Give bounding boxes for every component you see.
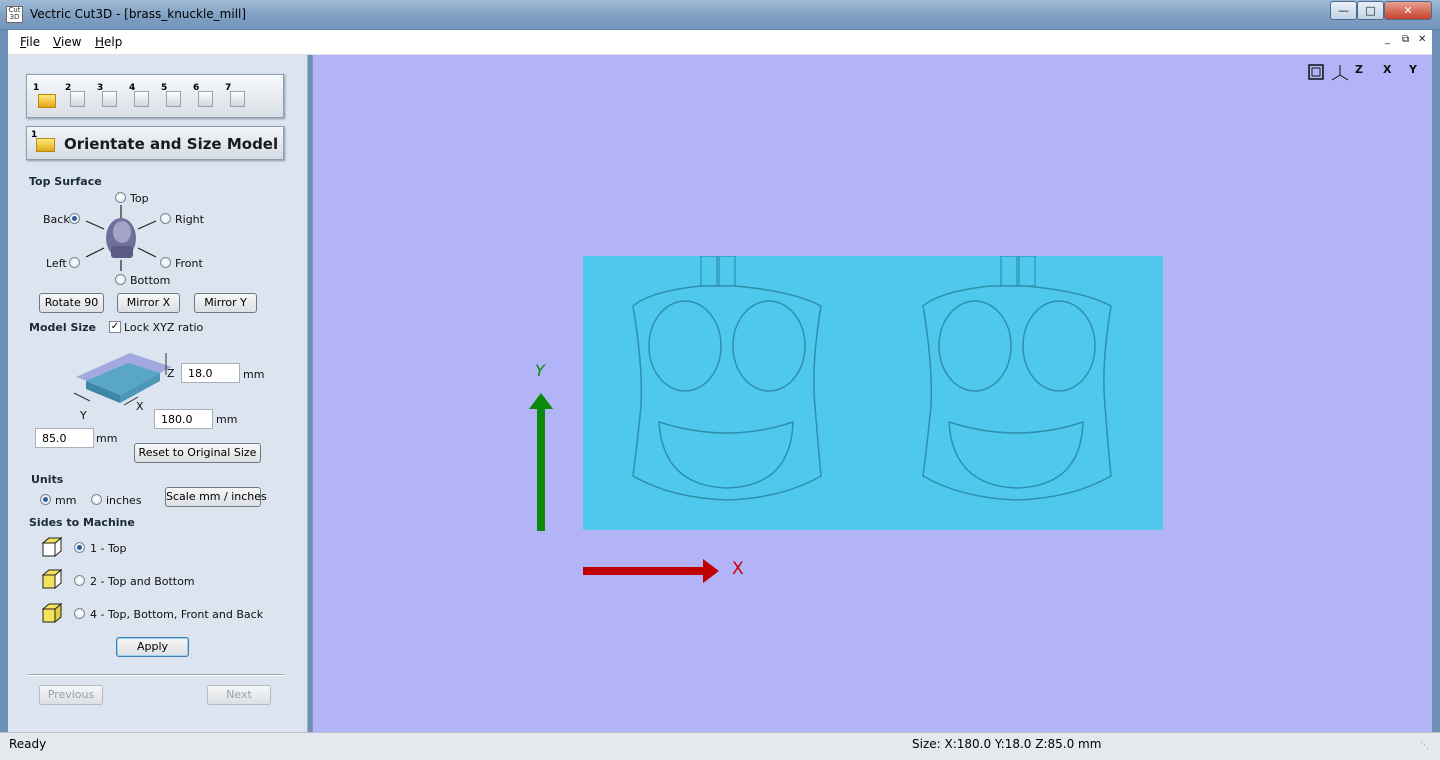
radio-sides-2[interactable]: [74, 575, 85, 586]
minimize-button[interactable]: —: [1330, 1, 1357, 20]
top-view-icon[interactable]: Z: [1355, 63, 1363, 83]
step-title: Orientate and Size Model: [64, 135, 279, 153]
radio-top[interactable]: [115, 192, 126, 203]
status-size: Size: X:180.0 Y:18.0 Z:85.0 mm: [912, 737, 1102, 751]
app-icon: Cut 3D: [6, 6, 23, 23]
minimize-icon: —: [1338, 4, 1349, 17]
cube-four-sides-icon: [41, 603, 63, 623]
next-button[interactable]: Next: [207, 685, 271, 705]
z-size-input[interactable]: 18.0: [181, 363, 240, 383]
mdi-restore-icon[interactable]: ⧉: [1402, 34, 1409, 45]
step-6-icon[interactable]: 6: [193, 83, 219, 111]
back-label: Back: [43, 213, 70, 226]
y-axis-label: Y: [535, 361, 545, 380]
z-unit-label: mm: [243, 368, 265, 381]
close-icon: ✕: [1403, 4, 1413, 17]
model-preview: [583, 256, 1163, 530]
inches-label: inches: [106, 494, 142, 507]
x-axis-label: X: [732, 559, 744, 579]
axis-y-label: Y: [80, 409, 87, 422]
knuckle-face-left: [632, 256, 822, 501]
mirror-y-button[interactable]: Mirror Y: [194, 293, 257, 313]
menu-help[interactable]: Help: [95, 35, 122, 49]
x-axis-arrow: [583, 559, 719, 583]
orientation-diagram: [85, 205, 157, 271]
resize-grip-icon[interactable]: ⋱: [1420, 741, 1432, 753]
fit-view-icon[interactable]: [1307, 63, 1325, 83]
lock-xyz-label: Lock XYZ ratio: [124, 321, 204, 334]
menu-bar: File View Help _ ⧉ ✕: [8, 30, 1432, 55]
3d-viewport[interactable]: Z X Y Y X: [312, 55, 1432, 732]
sides-1-label: 1 - Top: [90, 542, 127, 555]
step-3-icon[interactable]: 3: [97, 83, 123, 111]
window-title: Vectric Cut3D - [brass_knuckle_mill]: [30, 7, 247, 21]
reset-size-button[interactable]: Reset to Original Size: [134, 443, 261, 463]
left-panel: 1 2 3 4 5 6 7 1 Orientate and Size Model…: [8, 55, 308, 733]
model-size-label: Model Size: [29, 321, 96, 334]
step-4-icon[interactable]: 4: [129, 83, 155, 111]
scale-units-button[interactable]: Scale mm / inches: [165, 487, 267, 507]
bottom-label: Bottom: [130, 274, 171, 287]
rotate-90-button[interactable]: Rotate 90: [39, 293, 104, 313]
radio-inches[interactable]: [91, 494, 102, 505]
lock-xyz-checkbox[interactable]: ✓: [109, 321, 121, 333]
mdi-close-icon[interactable]: ✕: [1418, 34, 1426, 45]
top-label: Top: [130, 192, 149, 205]
step-1-icon[interactable]: 1: [33, 83, 59, 111]
step-header: 1 Orientate and Size Model: [26, 126, 284, 160]
radio-front[interactable]: [160, 257, 171, 268]
cube-top-icon: [41, 537, 63, 557]
step-2-icon[interactable]: 2: [65, 83, 91, 111]
knuckle-face-right: [922, 256, 1112, 501]
maximize-icon: □: [1365, 4, 1376, 17]
axis-x-label: X: [136, 400, 144, 413]
mirror-x-button[interactable]: Mirror X: [117, 293, 180, 313]
radio-bottom[interactable]: [115, 274, 126, 285]
knuckle-model-relief: [632, 256, 1112, 501]
front-view-icon[interactable]: X: [1383, 63, 1391, 83]
cube-top-bottom-icon: [41, 569, 63, 589]
maximize-button[interactable]: □: [1357, 1, 1384, 20]
close-button[interactable]: ✕: [1384, 1, 1432, 20]
side-view-icon[interactable]: Y: [1409, 63, 1417, 83]
previous-button[interactable]: Previous: [39, 685, 103, 705]
x-unit-label: mm: [216, 413, 238, 426]
axis-z-label: Z: [167, 367, 175, 380]
y-size-input[interactable]: 85.0: [35, 428, 94, 448]
right-label: Right: [175, 213, 204, 226]
radio-left[interactable]: [69, 257, 80, 268]
mdi-minimize-icon[interactable]: _: [1385, 34, 1390, 45]
step-toolbar: 1 2 3 4 5 6 7: [26, 74, 284, 118]
units-label: Units: [31, 473, 64, 486]
iso-view-icon[interactable]: [1329, 63, 1351, 83]
sides-4-label: 4 - Top, Bottom, Front and Back: [90, 608, 264, 621]
top-surface-label: Top Surface: [29, 175, 102, 188]
title-bar: Cut 3D Vectric Cut3D - [brass_knuckle_mi…: [0, 0, 1440, 30]
sides-label: Sides to Machine: [29, 516, 135, 529]
apply-button[interactable]: Apply: [116, 637, 189, 657]
y-unit-label: mm: [96, 432, 118, 445]
radio-mm[interactable]: [40, 494, 51, 505]
folder-icon: 1: [31, 130, 55, 152]
menu-file[interactable]: File: [20, 35, 40, 49]
radio-right[interactable]: [160, 213, 171, 224]
front-label: Front: [175, 257, 203, 270]
left-label: Left: [46, 257, 67, 270]
sides-2-label: 2 - Top and Bottom: [90, 575, 195, 588]
mm-label: mm: [55, 494, 77, 507]
status-ready: Ready: [9, 737, 47, 751]
step-5-icon[interactable]: 5: [161, 83, 187, 111]
radio-back[interactable]: [69, 213, 80, 224]
y-axis-arrow: [529, 393, 553, 531]
menu-view[interactable]: View: [53, 35, 81, 49]
x-size-input[interactable]: 180.0: [154, 409, 213, 429]
status-bar: Ready Size: X:180.0 Y:18.0 Z:85.0 mm ⋱: [0, 732, 1440, 760]
model-size-diagram: [73, 353, 172, 406]
radio-sides-1[interactable]: [74, 542, 85, 553]
step-7-icon[interactable]: 7: [225, 83, 251, 111]
panel-divider: [28, 674, 284, 676]
radio-sides-4[interactable]: [74, 608, 85, 619]
